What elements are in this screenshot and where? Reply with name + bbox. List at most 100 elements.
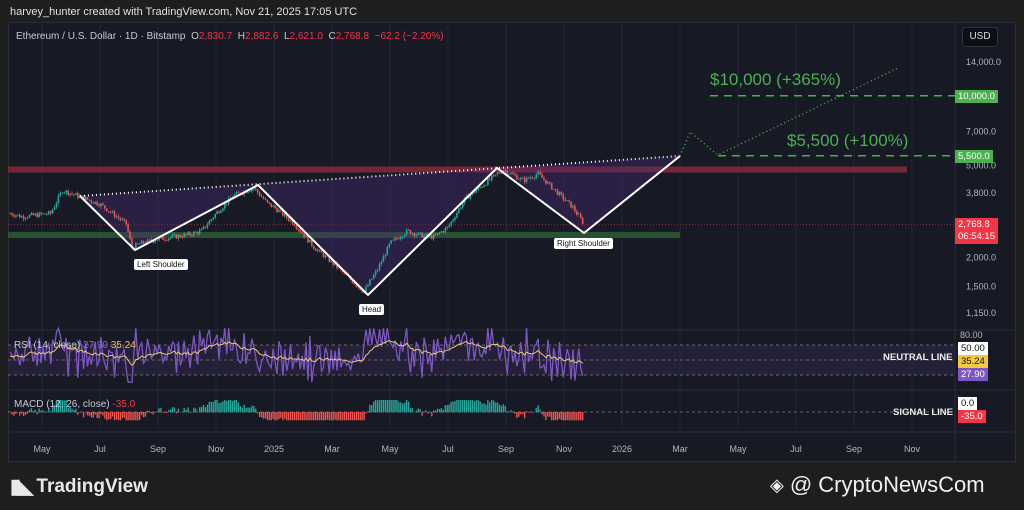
macd-histogram-bar	[353, 412, 356, 421]
candle-body	[556, 189, 559, 195]
macd-histogram-bar	[22, 412, 25, 417]
macd-histogram-bar	[500, 405, 503, 413]
candle-body	[44, 213, 46, 215]
macd-histogram-bar	[266, 412, 269, 421]
candle-body	[369, 279, 371, 286]
macd-histogram-bar	[224, 400, 226, 413]
price-axis-label: 2,000.0	[966, 252, 996, 262]
macd-histogram-bar	[549, 412, 551, 417]
candle-body	[293, 224, 296, 226]
macd-histogram-bar	[239, 406, 241, 413]
tradingview-brand: TradingView	[36, 475, 148, 497]
rsi-title: RSI (14, close)	[14, 340, 81, 351]
rsi-value: 27.90	[82, 340, 108, 351]
candle-body	[564, 199, 567, 201]
tradingview-logo[interactable]: ▮◣ TradingView	[10, 474, 148, 499]
candle-body	[425, 233, 427, 236]
candle-body	[450, 221, 452, 226]
macd-histogram-bar	[282, 412, 284, 421]
left-shoulder-label: Left Shoulder	[134, 259, 188, 270]
macd-histogram-bar	[382, 400, 385, 413]
bar-countdown: 06:54:15	[958, 231, 995, 242]
macd-histogram-bar	[367, 411, 369, 413]
candle-body	[9, 213, 11, 215]
macd-histogram-bar	[197, 411, 199, 413]
candle-body	[390, 240, 392, 244]
candle-body	[73, 194, 75, 195]
candle-body	[177, 235, 180, 239]
macd-histogram-bar	[446, 405, 448, 413]
macd-histogram-bar	[554, 412, 557, 421]
last-price: 2,768.8	[958, 219, 990, 230]
candle-body	[318, 249, 321, 251]
candle-body	[111, 211, 114, 213]
candle-body	[13, 215, 15, 217]
macd-histogram-bar	[179, 411, 182, 413]
candle-body	[30, 213, 33, 215]
candle-body	[401, 236, 404, 238]
macd-histogram-bar	[189, 411, 191, 413]
candle-body	[413, 233, 416, 236]
candle-body	[494, 174, 497, 176]
candle-body	[249, 191, 251, 192]
price-axis-label: 1,500.0	[966, 281, 996, 291]
macd-histogram-bar	[444, 405, 447, 413]
macd-histogram-bar	[86, 412, 89, 416]
macd-histogram-bar	[171, 407, 174, 413]
candle-body	[436, 232, 439, 235]
candle-body	[421, 232, 423, 238]
symbol-legend: Ethereum / U.S. Dollar · 1D · Bitstamp O…	[16, 31, 444, 42]
macd-histogram-bar	[386, 400, 388, 413]
macd-histogram-bar	[166, 412, 168, 413]
macd-histogram-bar	[193, 407, 195, 413]
macd-title: MACD (12, 26, close)	[14, 399, 110, 410]
candle-body	[185, 233, 187, 235]
macd-histogram-bar	[547, 412, 549, 417]
macd-histogram-bar	[50, 411, 52, 413]
macd-histogram-bar	[481, 403, 483, 413]
candle-body	[175, 234, 178, 239]
candle-body	[258, 192, 261, 196]
candle-body	[487, 178, 489, 186]
candle-body	[380, 261, 383, 265]
macd-histogram-bar	[574, 412, 576, 421]
macd-histogram-bar	[421, 412, 423, 416]
time-axis-label: Jul	[94, 444, 106, 454]
macd-histogram-bar	[135, 412, 137, 421]
macd-histogram-bar	[233, 400, 236, 413]
macd-zero-tag: 0.0	[958, 397, 978, 410]
currency-button[interactable]: USD	[962, 27, 998, 47]
macd-histogram-bar	[198, 407, 201, 413]
candle-body	[20, 216, 23, 218]
macd-histogram-bar	[483, 403, 485, 413]
candle-body	[440, 231, 443, 233]
macd-histogram-bar	[463, 400, 466, 413]
candle-body	[49, 211, 52, 214]
candle-body	[53, 206, 56, 210]
macd-histogram-bar	[390, 400, 392, 413]
chart-canvas[interactable]: 14,000.07,000.05,000.03,800.02,000.01,50…	[0, 0, 1024, 510]
candle-body	[193, 231, 195, 236]
candle-body	[212, 217, 215, 220]
macd-histogram-bar	[572, 412, 574, 421]
candle-body	[504, 170, 507, 172]
target1-label: $10,000 (+365%)	[710, 70, 841, 89]
candle-body	[109, 211, 112, 213]
macd-histogram-bar	[301, 412, 303, 421]
candle-body	[523, 178, 526, 182]
candle-body	[264, 198, 267, 200]
candle-body	[136, 243, 139, 245]
macd-histogram-bar	[384, 400, 387, 413]
candle-body	[301, 231, 303, 234]
candle-body	[382, 256, 385, 262]
candle-body	[392, 239, 394, 241]
macd-histogram-bar	[570, 412, 572, 421]
candle-body	[519, 177, 522, 180]
candle-body	[173, 234, 176, 236]
time-axis-label: May	[33, 444, 51, 454]
macd-histogram-bar	[231, 400, 234, 413]
open-value: 2,830.7	[198, 31, 233, 42]
macd-histogram-bar	[289, 412, 292, 421]
macd-histogram-bar	[541, 412, 543, 415]
candle-body	[458, 208, 460, 213]
